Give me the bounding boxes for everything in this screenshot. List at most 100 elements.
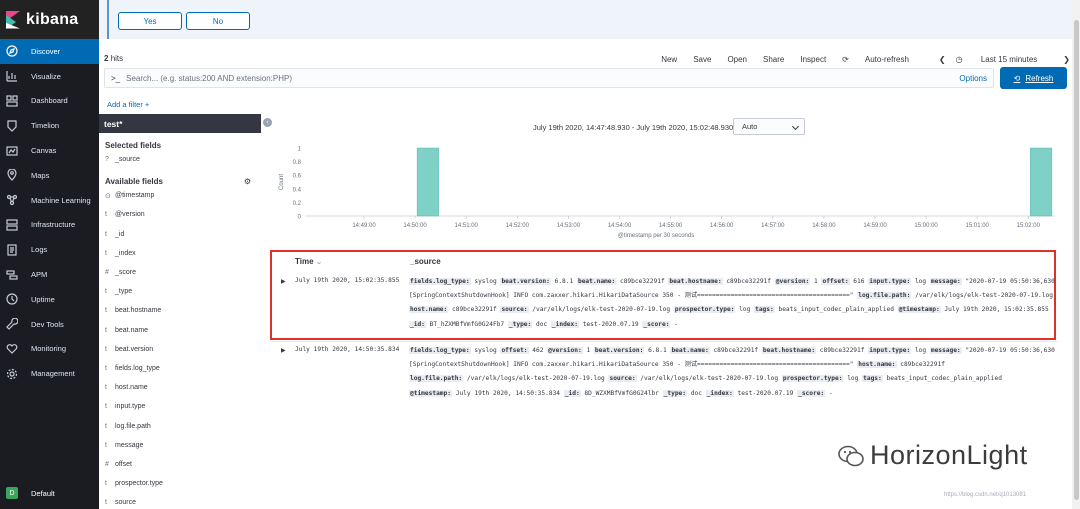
field-value: doc bbox=[690, 389, 702, 397]
sidebar-item-infrastructure[interactable]: Infrastructure bbox=[0, 213, 99, 238]
new-link[interactable]: New bbox=[661, 55, 677, 64]
sidebar-item-label: Canvas bbox=[31, 146, 57, 156]
sidebar-item-apm[interactable]: APM bbox=[0, 262, 99, 287]
refresh-button[interactable]: ⟲ Refresh bbox=[1000, 67, 1067, 89]
open-link[interactable]: Open bbox=[727, 55, 747, 64]
source-line: host.name: c89bce32291f source: /var/elk… bbox=[409, 305, 1059, 315]
row-expand-icon[interactable]: ▶ bbox=[281, 278, 286, 285]
search-bar[interactable]: >_ Search... (e.g. status:200 AND extens… bbox=[104, 68, 994, 88]
next-time-button[interactable]: ❯ bbox=[1063, 55, 1070, 64]
field-item[interactable]: t beat.version bbox=[99, 340, 261, 359]
interval-select[interactable]: Auto bbox=[733, 118, 805, 135]
collapse-sidebar-icon[interactable]: ‹ bbox=[263, 118, 272, 127]
sidebar-item-label: APM bbox=[31, 270, 48, 280]
auto-refresh-label: Auto-refresh bbox=[864, 54, 909, 64]
x-tick-label: 14:57:00 bbox=[761, 223, 785, 229]
field-item[interactable]: t log.file.path bbox=[99, 416, 261, 435]
row-expand-icon[interactable]: ▶ bbox=[281, 347, 286, 354]
field-key: _score: bbox=[797, 389, 826, 397]
field-key: _score: bbox=[642, 320, 671, 328]
sidebar-item-uptime[interactable]: Uptime bbox=[0, 287, 99, 312]
field-value: log bbox=[847, 375, 859, 383]
field-key: tags: bbox=[754, 306, 775, 314]
sidebar-item-management[interactable]: Management bbox=[0, 361, 99, 386]
field-type-icon: t bbox=[105, 403, 107, 411]
save-link[interactable]: Save bbox=[693, 55, 711, 64]
source-line: [SpringContextShutdownHook] INFO com.zax… bbox=[409, 360, 1059, 370]
x-tick-label: 14:52:00 bbox=[506, 223, 530, 229]
field-item[interactable]: t _index bbox=[99, 244, 261, 263]
field-name: beat.hostname bbox=[115, 307, 162, 315]
yes-button[interactable]: Yes bbox=[118, 12, 182, 30]
time-column-header[interactable]: Time ⌄ bbox=[295, 257, 322, 266]
field-item[interactable]: t @version bbox=[99, 205, 261, 224]
field-name: _score bbox=[115, 269, 137, 277]
field-item[interactable]: # offset bbox=[99, 455, 261, 474]
field-type-icon: t bbox=[105, 441, 107, 449]
sidebar-item-maps[interactable]: Maps bbox=[0, 163, 99, 188]
dashboard-icon bbox=[6, 95, 18, 107]
field-item[interactable]: t _type bbox=[99, 282, 261, 301]
field-value: /var/elk/logs/elk-test-2020-07-19.log bbox=[532, 306, 671, 314]
sidebar-item-timelion[interactable]: Timelion bbox=[0, 113, 99, 138]
field-value: c89bce32291f bbox=[819, 347, 865, 354]
field-item[interactable]: t input.type bbox=[99, 397, 261, 416]
sidebar-item-dev-tools[interactable]: Dev Tools bbox=[0, 312, 99, 337]
field-key: host.name: bbox=[857, 361, 897, 369]
scrollbar[interactable] bbox=[1072, 0, 1080, 509]
field-item[interactable]: t source bbox=[99, 493, 261, 509]
field-item[interactable]: t _id bbox=[99, 225, 261, 244]
available-fields-title: Available fields bbox=[105, 176, 163, 186]
x-tick-label: 14:54:00 bbox=[608, 223, 632, 229]
sidebar-header[interactable]: kibana bbox=[0, 0, 99, 39]
field-item[interactable]: ⊙ @timestamp bbox=[99, 186, 261, 205]
sidebar-item-visualize[interactable]: Visualize bbox=[0, 64, 99, 89]
field-key: _type: bbox=[662, 389, 688, 397]
field-item[interactable]: t host.name bbox=[99, 378, 261, 397]
field-value: syslog bbox=[474, 278, 497, 285]
time-picker[interactable]: ◷ Last 15 minutes bbox=[956, 55, 1054, 64]
field-value: c89bce32291f bbox=[713, 347, 759, 354]
field-value: - bbox=[674, 320, 678, 328]
sidebar-item-monitoring[interactable]: Monitoring bbox=[0, 337, 99, 362]
field-name: input.type bbox=[115, 403, 146, 411]
inspect-link[interactable]: Inspect bbox=[800, 55, 826, 64]
options-button[interactable]: Options bbox=[959, 74, 987, 83]
auto-refresh[interactable]: ⟳ Auto-refresh bbox=[842, 55, 925, 64]
add-filter-link[interactable]: Add a filter + bbox=[107, 100, 149, 109]
prev-time-button[interactable]: ❮ bbox=[939, 55, 946, 64]
watermark-text: HorizonLight bbox=[870, 440, 1028, 470]
search-input[interactable]: Search... (e.g. status:200 AND extension… bbox=[126, 74, 292, 83]
apm-icon bbox=[6, 269, 18, 281]
field-item[interactable]: ? _source bbox=[99, 150, 261, 169]
field-item[interactable]: # _score bbox=[99, 263, 261, 282]
field-item[interactable]: t prospector.type bbox=[99, 474, 261, 493]
x-tick-label: 15:02:00 bbox=[1017, 223, 1041, 229]
index-pattern-selector[interactable]: test* bbox=[99, 114, 261, 133]
brand-name: kibana bbox=[26, 10, 79, 28]
sidebar-item-discover[interactable]: Discover bbox=[0, 39, 99, 64]
field-key: fields.log_type: bbox=[409, 278, 471, 285]
no-button[interactable]: No bbox=[186, 12, 250, 30]
share-link[interactable]: Share bbox=[763, 55, 784, 64]
space-selector[interactable]: D Default bbox=[0, 487, 99, 499]
gear-icon[interactable]: ⚙ bbox=[244, 177, 251, 186]
field-key: beat.name: bbox=[576, 278, 617, 285]
field-item[interactable]: t beat.hostname bbox=[99, 301, 261, 320]
selected-fields-title: Selected fields bbox=[105, 140, 162, 150]
field-type-icon: t bbox=[105, 499, 107, 507]
field-item[interactable]: t message bbox=[99, 436, 261, 455]
field-item[interactable]: t beat.name bbox=[99, 321, 261, 340]
scrollbar-thumb[interactable] bbox=[1074, 20, 1079, 500]
compass-icon bbox=[6, 45, 18, 57]
sort-icon[interactable]: ⌄ bbox=[316, 257, 323, 266]
x-tick-label: 14:59:00 bbox=[863, 223, 887, 229]
sidebar-item-dashboard[interactable]: Dashboard bbox=[0, 89, 99, 114]
x-tick-label: 14:49:00 bbox=[352, 223, 376, 229]
field-item[interactable]: t fields.log_type bbox=[99, 359, 261, 378]
space-badge: D bbox=[6, 487, 18, 499]
sidebar-item-canvas[interactable]: Canvas bbox=[0, 138, 99, 163]
field-value: beats_input_codec_plain_applied bbox=[886, 375, 1002, 383]
sidebar-item-logs[interactable]: Logs bbox=[0, 237, 99, 262]
sidebar-item-machine-learning[interactable]: Machine Learning bbox=[0, 188, 99, 213]
